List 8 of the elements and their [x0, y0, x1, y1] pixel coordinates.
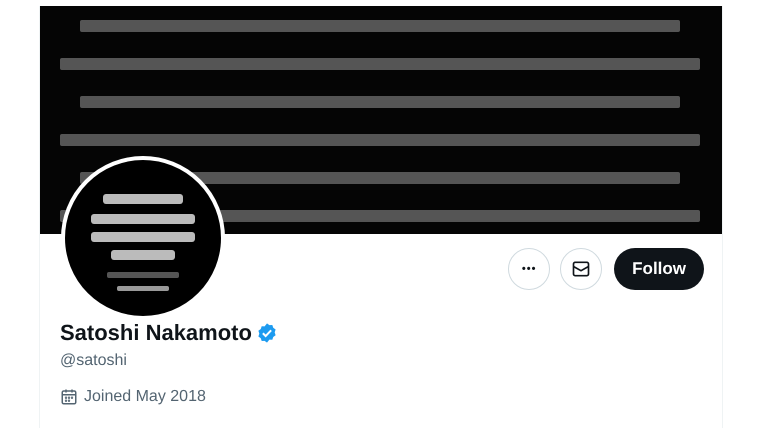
profile-name: Satoshi Nakamoto: [60, 320, 252, 346]
message-button[interactable]: [560, 248, 602, 290]
follow-button[interactable]: Follow: [614, 248, 704, 290]
envelope-icon: [571, 259, 592, 279]
more-button[interactable]: •••: [508, 248, 550, 290]
calendar-icon: [60, 388, 78, 406]
joined-date: Joined May 2018: [84, 388, 206, 406]
profile-handle: @satoshi: [60, 352, 128, 370]
